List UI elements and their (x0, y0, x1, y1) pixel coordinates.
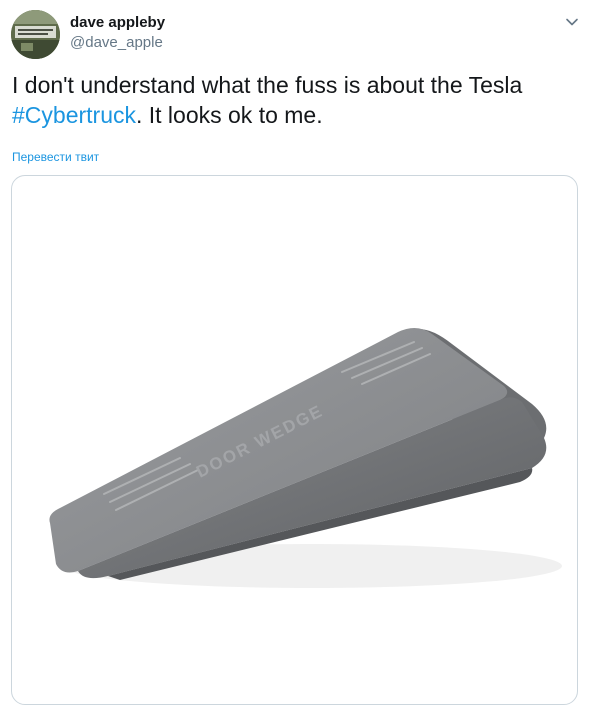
hashtag-link[interactable]: #Cybertruck (12, 102, 136, 128)
tweet-text-after: . It looks ok to me. (135, 102, 323, 128)
chevron-down-icon[interactable] (564, 14, 580, 30)
user-handle[interactable]: @dave_apple (70, 34, 163, 52)
tweet-text-before: I don't understand what the fuss is abou… (12, 72, 523, 98)
avatar-photo-icon (11, 10, 60, 59)
translate-tweet-link[interactable]: Перевести твит (12, 150, 99, 164)
tweet-media[interactable]: DOOR WEDGE (11, 175, 578, 705)
user-display-name[interactable]: dave appleby (70, 14, 165, 32)
tweet: dave appleby @dave_apple I don't underst… (0, 0, 594, 705)
tweet-text: I don't understand what the fuss is abou… (12, 70, 572, 130)
avatar[interactable] (11, 10, 60, 59)
door-wedge-image: DOOR WEDGE (49, 327, 562, 588)
